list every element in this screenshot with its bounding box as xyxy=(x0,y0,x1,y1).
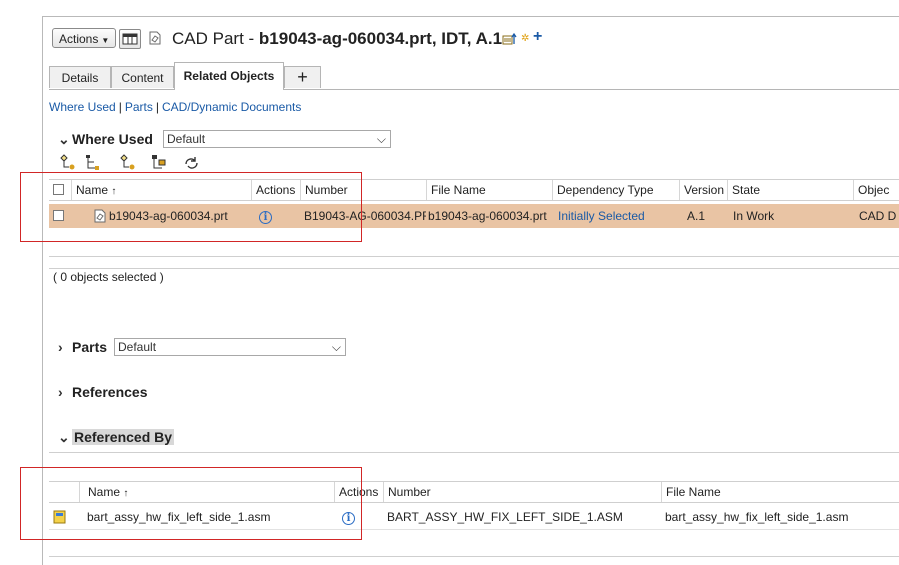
where-used-section-header[interactable]: ⌄ Where Used xyxy=(58,131,153,148)
gear-status-icon: ✲ xyxy=(521,33,530,44)
column-header-state[interactable]: State xyxy=(727,180,853,200)
parts-section-header[interactable]: › Parts xyxy=(58,339,107,355)
add-icon[interactable]: + xyxy=(533,28,542,46)
table-view-icon xyxy=(122,33,138,45)
column-header-object-type[interactable]: Objec xyxy=(853,180,899,200)
info-page-toggle-button[interactable] xyxy=(119,29,141,49)
page-title: CAD Part - b19043-ag-060034.prt, IDT, A.… xyxy=(172,29,503,48)
highlight-box xyxy=(20,172,362,242)
row-state: In Work xyxy=(733,209,775,223)
related-objects-links: Where Used | Parts | CAD/Dynamic Documents xyxy=(49,100,302,114)
referenced-by-section-header[interactable]: ⌄ Referenced By xyxy=(58,429,175,446)
chevron-right-icon: › xyxy=(58,384,63,400)
selection-status: ( 0 objects selected ) xyxy=(53,270,164,284)
link-parts[interactable]: Parts xyxy=(125,100,153,114)
column-header-file-name[interactable]: File Name xyxy=(661,482,899,502)
tab-bar: Details Content Related Objects + xyxy=(49,62,899,90)
row-dependency-type[interactable]: Initially Selected xyxy=(554,204,679,228)
column-header-number[interactable]: Number xyxy=(383,482,661,502)
column-header-dependency-type[interactable]: Dependency Type xyxy=(552,180,679,200)
link-cad-dynamic-documents[interactable]: CAD/Dynamic Documents xyxy=(162,100,301,114)
chevron-right-icon: › xyxy=(58,339,63,355)
row-file-name: bart_assy_hw_fix_left_side_1.asm xyxy=(665,510,849,524)
tab-details[interactable]: Details xyxy=(49,66,111,88)
insert-structure-icon[interactable] xyxy=(150,154,170,172)
row-version: A.1 xyxy=(687,209,706,223)
expand-structure-icon[interactable] xyxy=(58,154,78,172)
where-used-view-select[interactable]: Default ⌵ xyxy=(163,130,391,148)
tab-related-objects[interactable]: Related Objects xyxy=(174,62,284,90)
refresh-icon[interactable] xyxy=(182,154,202,172)
tab-content[interactable]: Content xyxy=(111,66,174,88)
divider xyxy=(49,556,899,557)
row-number: BART_ASSY_HW_FIX_LEFT_SIDE_1.ASM xyxy=(387,510,623,524)
chevron-down-icon: ⌄ xyxy=(58,131,70,147)
chevron-down-icon: ⌵ xyxy=(376,132,386,146)
row-file-name: b19043-ag-060034.prt xyxy=(428,209,547,223)
selection-status-bar: ( 0 objects selected ) xyxy=(49,256,899,287)
column-header-file-name[interactable]: File Name xyxy=(426,180,552,200)
add-tab-button[interactable]: + xyxy=(284,66,321,88)
divider xyxy=(49,268,899,269)
tree-structure-icon[interactable] xyxy=(84,154,104,172)
chevron-down-icon: ⌄ xyxy=(58,429,70,445)
collapse-structure-icon[interactable] xyxy=(118,154,138,172)
referenced-by-table: Name ↑ Actions Number File Name bart_ass… xyxy=(49,452,899,557)
column-header-version[interactable]: Version xyxy=(679,180,727,200)
highlight-box xyxy=(20,467,362,540)
actions-menu-button[interactable]: Actions ▼ xyxy=(52,28,117,48)
cad-part-icon xyxy=(149,31,161,45)
references-section-header[interactable]: › References xyxy=(58,384,148,400)
parts-view-select[interactable]: Default ⌵ xyxy=(114,338,346,356)
row-object-type: CAD D xyxy=(859,209,897,223)
workspace-status-icon xyxy=(502,32,517,45)
link-where-used[interactable]: Where Used xyxy=(49,100,116,114)
chevron-down-icon: ⌵ xyxy=(331,340,341,354)
